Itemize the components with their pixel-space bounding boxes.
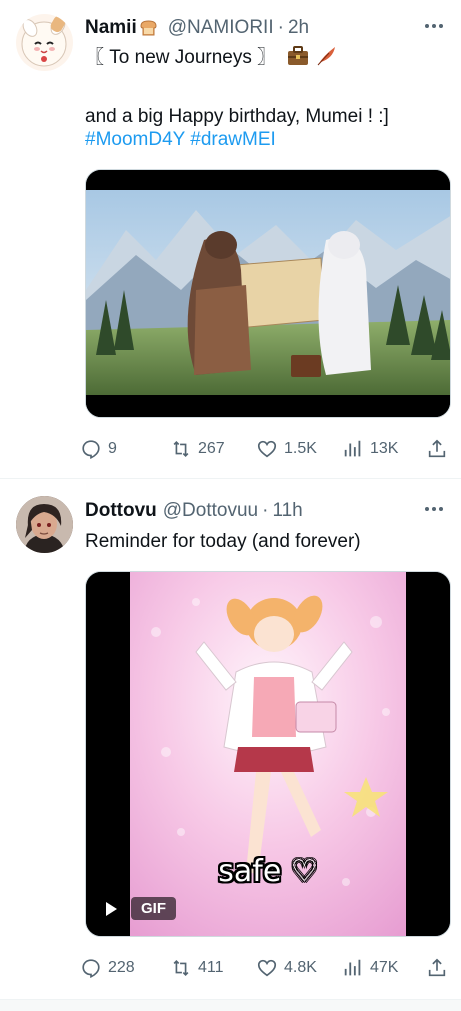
heart-icon bbox=[257, 440, 277, 458]
reply-button[interactable]: 228 bbox=[80, 957, 135, 979]
gif-label: GIF bbox=[131, 897, 176, 920]
avatar[interactable] bbox=[16, 496, 73, 553]
briefcase-icon bbox=[287, 46, 309, 74]
hashtag-line: #MoomD4Y #drawMEI bbox=[85, 127, 276, 153]
share-icon bbox=[428, 958, 446, 977]
timestamp[interactable]: 11h bbox=[272, 500, 302, 522]
tweet-image[interactable] bbox=[85, 169, 451, 418]
gif-caption: safe ♡ bbox=[218, 854, 318, 889]
bread-icon bbox=[139, 19, 158, 37]
display-name[interactable]: Dottovu bbox=[85, 500, 157, 522]
tweet-title: 〖 To new Journeys 〗 bbox=[85, 47, 277, 68]
tweet-namii[interactable]: Namii @NAMIORII · 2h 〖 To new Journeys 〗… bbox=[0, 0, 461, 478]
like-button[interactable]: 4.8K bbox=[256, 957, 317, 979]
gif-badge[interactable]: GIF bbox=[106, 897, 176, 920]
share-button[interactable] bbox=[426, 438, 448, 460]
repost-count: 411 bbox=[198, 959, 224, 976]
repost-count: 267 bbox=[198, 440, 225, 457]
views-icon bbox=[344, 440, 361, 457]
like-count: 1.5K bbox=[284, 440, 317, 457]
user-handle[interactable]: @NAMIORII bbox=[168, 17, 274, 39]
tweet-header: Namii @NAMIORII · 2h bbox=[85, 17, 309, 39]
reply-icon bbox=[82, 440, 100, 459]
play-icon[interactable] bbox=[106, 901, 117, 916]
feather-icon bbox=[315, 46, 337, 74]
timestamp[interactable]: 2h bbox=[288, 17, 309, 39]
repost-icon bbox=[173, 440, 189, 458]
more-options-icon[interactable] bbox=[423, 498, 445, 520]
tweet-header: Dottovu @Dottovuu · 11h bbox=[85, 500, 303, 522]
like-button[interactable]: 1.5K bbox=[256, 438, 317, 460]
separator-dot: · bbox=[277, 17, 284, 38]
tweet-gif[interactable]: safe ♡ GIF bbox=[85, 571, 451, 937]
views-button[interactable]: 47K bbox=[342, 957, 398, 979]
hashtag-link[interactable]: #MoomD4Y bbox=[85, 129, 185, 150]
display-name[interactable]: Namii bbox=[85, 17, 137, 39]
avatar[interactable] bbox=[16, 14, 73, 71]
share-button[interactable] bbox=[426, 957, 448, 979]
illustration-image bbox=[86, 170, 450, 417]
tweet-text: Reminder for today (and forever) bbox=[85, 531, 361, 552]
repost-button[interactable]: 267 bbox=[170, 438, 225, 460]
like-count: 4.8K bbox=[284, 959, 317, 976]
tweet-text-line-1: 〖 To new Journeys 〗 bbox=[85, 45, 337, 74]
user-handle[interactable]: @Dottovuu bbox=[163, 500, 258, 522]
reply-count: 9 bbox=[108, 440, 117, 457]
more-options-icon[interactable] bbox=[423, 15, 445, 37]
tweet-dottovu[interactable]: Dottovu @Dottovuu · 11h Reminder for tod… bbox=[0, 479, 461, 999]
reply-icon bbox=[82, 959, 100, 978]
tweet-actions: 9 267 1.5K 13K bbox=[80, 434, 455, 464]
views-button[interactable]: 13K bbox=[342, 438, 398, 460]
hashtag-link[interactable]: #drawMEI bbox=[190, 129, 276, 150]
tweet-actions: 228 411 4.8K 47K bbox=[80, 953, 455, 983]
heart-icon bbox=[257, 959, 277, 977]
repost-button[interactable]: 411 bbox=[170, 957, 224, 979]
timeline-bottom-divider bbox=[0, 999, 461, 1011]
reply-count: 228 bbox=[108, 959, 135, 976]
repost-icon bbox=[173, 959, 189, 977]
reply-button[interactable]: 9 bbox=[80, 438, 117, 460]
separator-dot: · bbox=[262, 500, 269, 521]
views-count: 13K bbox=[370, 440, 399, 457]
views-count: 47K bbox=[370, 959, 399, 976]
share-icon bbox=[428, 439, 446, 458]
views-icon bbox=[344, 959, 361, 976]
